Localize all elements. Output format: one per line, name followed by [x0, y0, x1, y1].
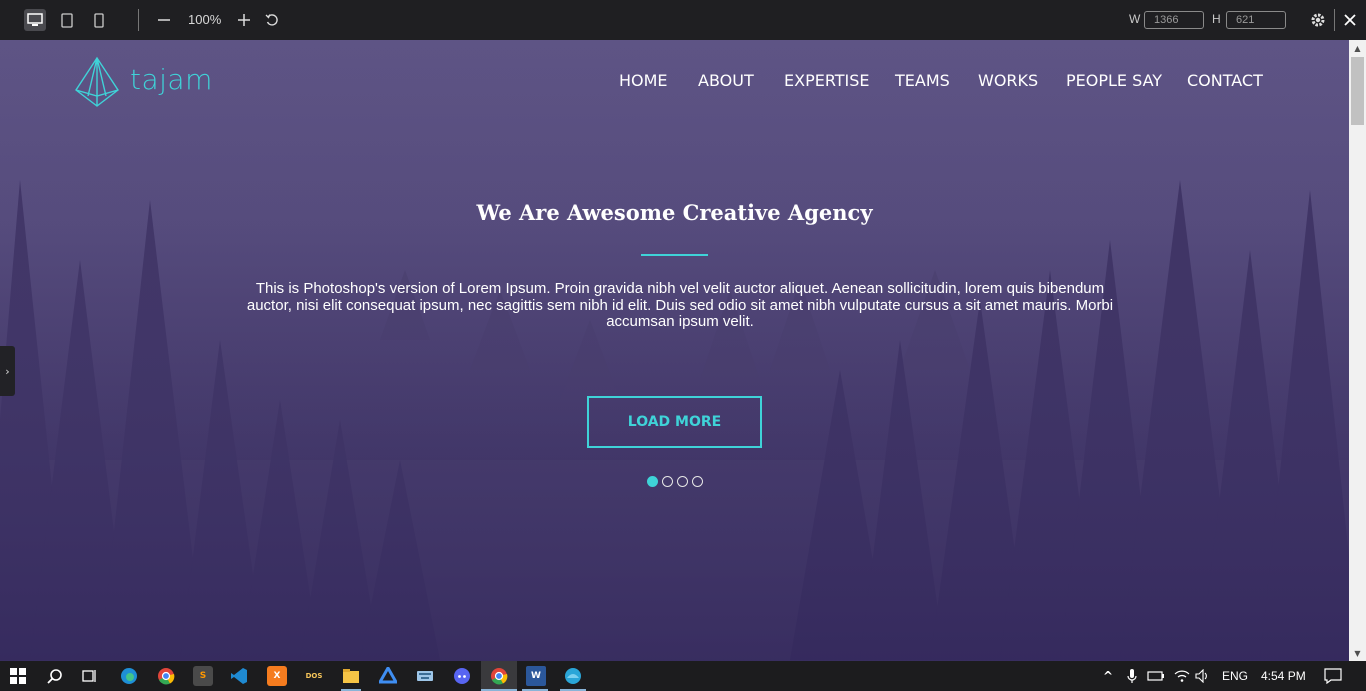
height-input[interactable]: 621 [1226, 11, 1286, 29]
sublime-icon[interactable]: S [193, 666, 213, 686]
hero-divider [641, 254, 708, 256]
page-scrollbar[interactable]: ▲ ▼ [1349, 40, 1366, 661]
logo-text: tajam [130, 62, 213, 96]
file-explorer-icon[interactable] [341, 666, 361, 686]
search-icon[interactable] [45, 666, 65, 686]
slider-dot[interactable] [692, 476, 703, 487]
scroll-up-icon[interactable]: ▲ [1349, 40, 1366, 56]
notifications-icon[interactable] [1323, 666, 1343, 686]
nav-contact[interactable]: CONTACT [1187, 71, 1263, 90]
battery-icon[interactable] [1146, 666, 1166, 686]
zoom-out-icon[interactable] [153, 9, 175, 31]
zoom-in-icon[interactable] [233, 9, 255, 31]
chrome-icon[interactable] [489, 666, 509, 686]
keyboard-icon[interactable] [415, 666, 435, 686]
nav-works[interactable]: WORKS [978, 71, 1038, 90]
chevron-up-icon[interactable]: ^ [1098, 666, 1118, 686]
forest-background-image [0, 40, 1349, 661]
app-icon[interactable] [378, 666, 398, 686]
nav-people-say[interactable]: PEOPLE SAY [1066, 71, 1162, 90]
chrome-icon[interactable] [156, 666, 176, 686]
height-label: H [1212, 12, 1221, 26]
nav-expertise[interactable]: EXPERTISE [784, 71, 870, 90]
close-icon[interactable] [1339, 9, 1361, 31]
volume-icon[interactable] [1193, 666, 1213, 686]
site-logo[interactable]: tajam [74, 56, 213, 108]
gear-icon[interactable] [1307, 9, 1329, 31]
windows-start-icon[interactable] [8, 666, 28, 686]
slider-dot[interactable] [647, 476, 658, 487]
desktop-icon[interactable] [24, 9, 46, 31]
website-preview: › tajam HOME ABOUT EXPERTISE TEAMS WORKS… [0, 40, 1349, 661]
toolbar-divider [1334, 9, 1335, 31]
mobile-icon[interactable] [88, 9, 110, 31]
hero-description: This is Photoshop's version of Lorem Ips… [246, 280, 1114, 330]
slider-dots [647, 476, 703, 487]
nav-teams[interactable]: TEAMS [895, 71, 950, 90]
load-more-button[interactable]: LOAD MORE [587, 396, 762, 448]
microphone-icon[interactable] [1122, 666, 1142, 686]
tablet-icon[interactable] [56, 9, 78, 31]
language-indicator[interactable]: ENG [1222, 669, 1248, 683]
width-input[interactable]: 1366 [1144, 11, 1204, 29]
logo-mark-icon [75, 56, 119, 107]
windows-taskbar: S X DOS W ^ ENG 4:54 PM [0, 661, 1366, 691]
xampp-icon[interactable]: X [267, 666, 287, 686]
dosbox-icon[interactable]: DOS [304, 666, 324, 686]
rotate-icon[interactable] [261, 9, 283, 31]
side-panel-toggle[interactable]: › [0, 346, 15, 396]
scroll-down-icon[interactable]: ▼ [1349, 645, 1366, 661]
edge-icon[interactable] [119, 666, 139, 686]
vscode-icon[interactable] [229, 666, 249, 686]
nav-about[interactable]: ABOUT [698, 71, 754, 90]
app-icon[interactable] [563, 666, 583, 686]
discord-icon[interactable] [452, 666, 472, 686]
width-label: W [1129, 12, 1141, 26]
zoom-level: 100% [188, 12, 222, 27]
word-icon[interactable]: W [526, 666, 546, 686]
responsive-toolbar: 100% W 1366 H 621 [0, 0, 1366, 40]
scroll-thumb[interactable] [1351, 57, 1364, 125]
wifi-icon[interactable] [1172, 666, 1192, 686]
hero-title: We Are Awesome Creative Agency [476, 200, 873, 225]
clock[interactable]: 4:54 PM [1261, 669, 1306, 683]
slider-dot[interactable] [662, 476, 673, 487]
chevron-right-icon: › [5, 364, 10, 378]
nav-home[interactable]: HOME [619, 71, 668, 90]
toolbar-divider [138, 9, 139, 31]
task-view-icon[interactable] [80, 666, 100, 686]
slider-dot[interactable] [677, 476, 688, 487]
